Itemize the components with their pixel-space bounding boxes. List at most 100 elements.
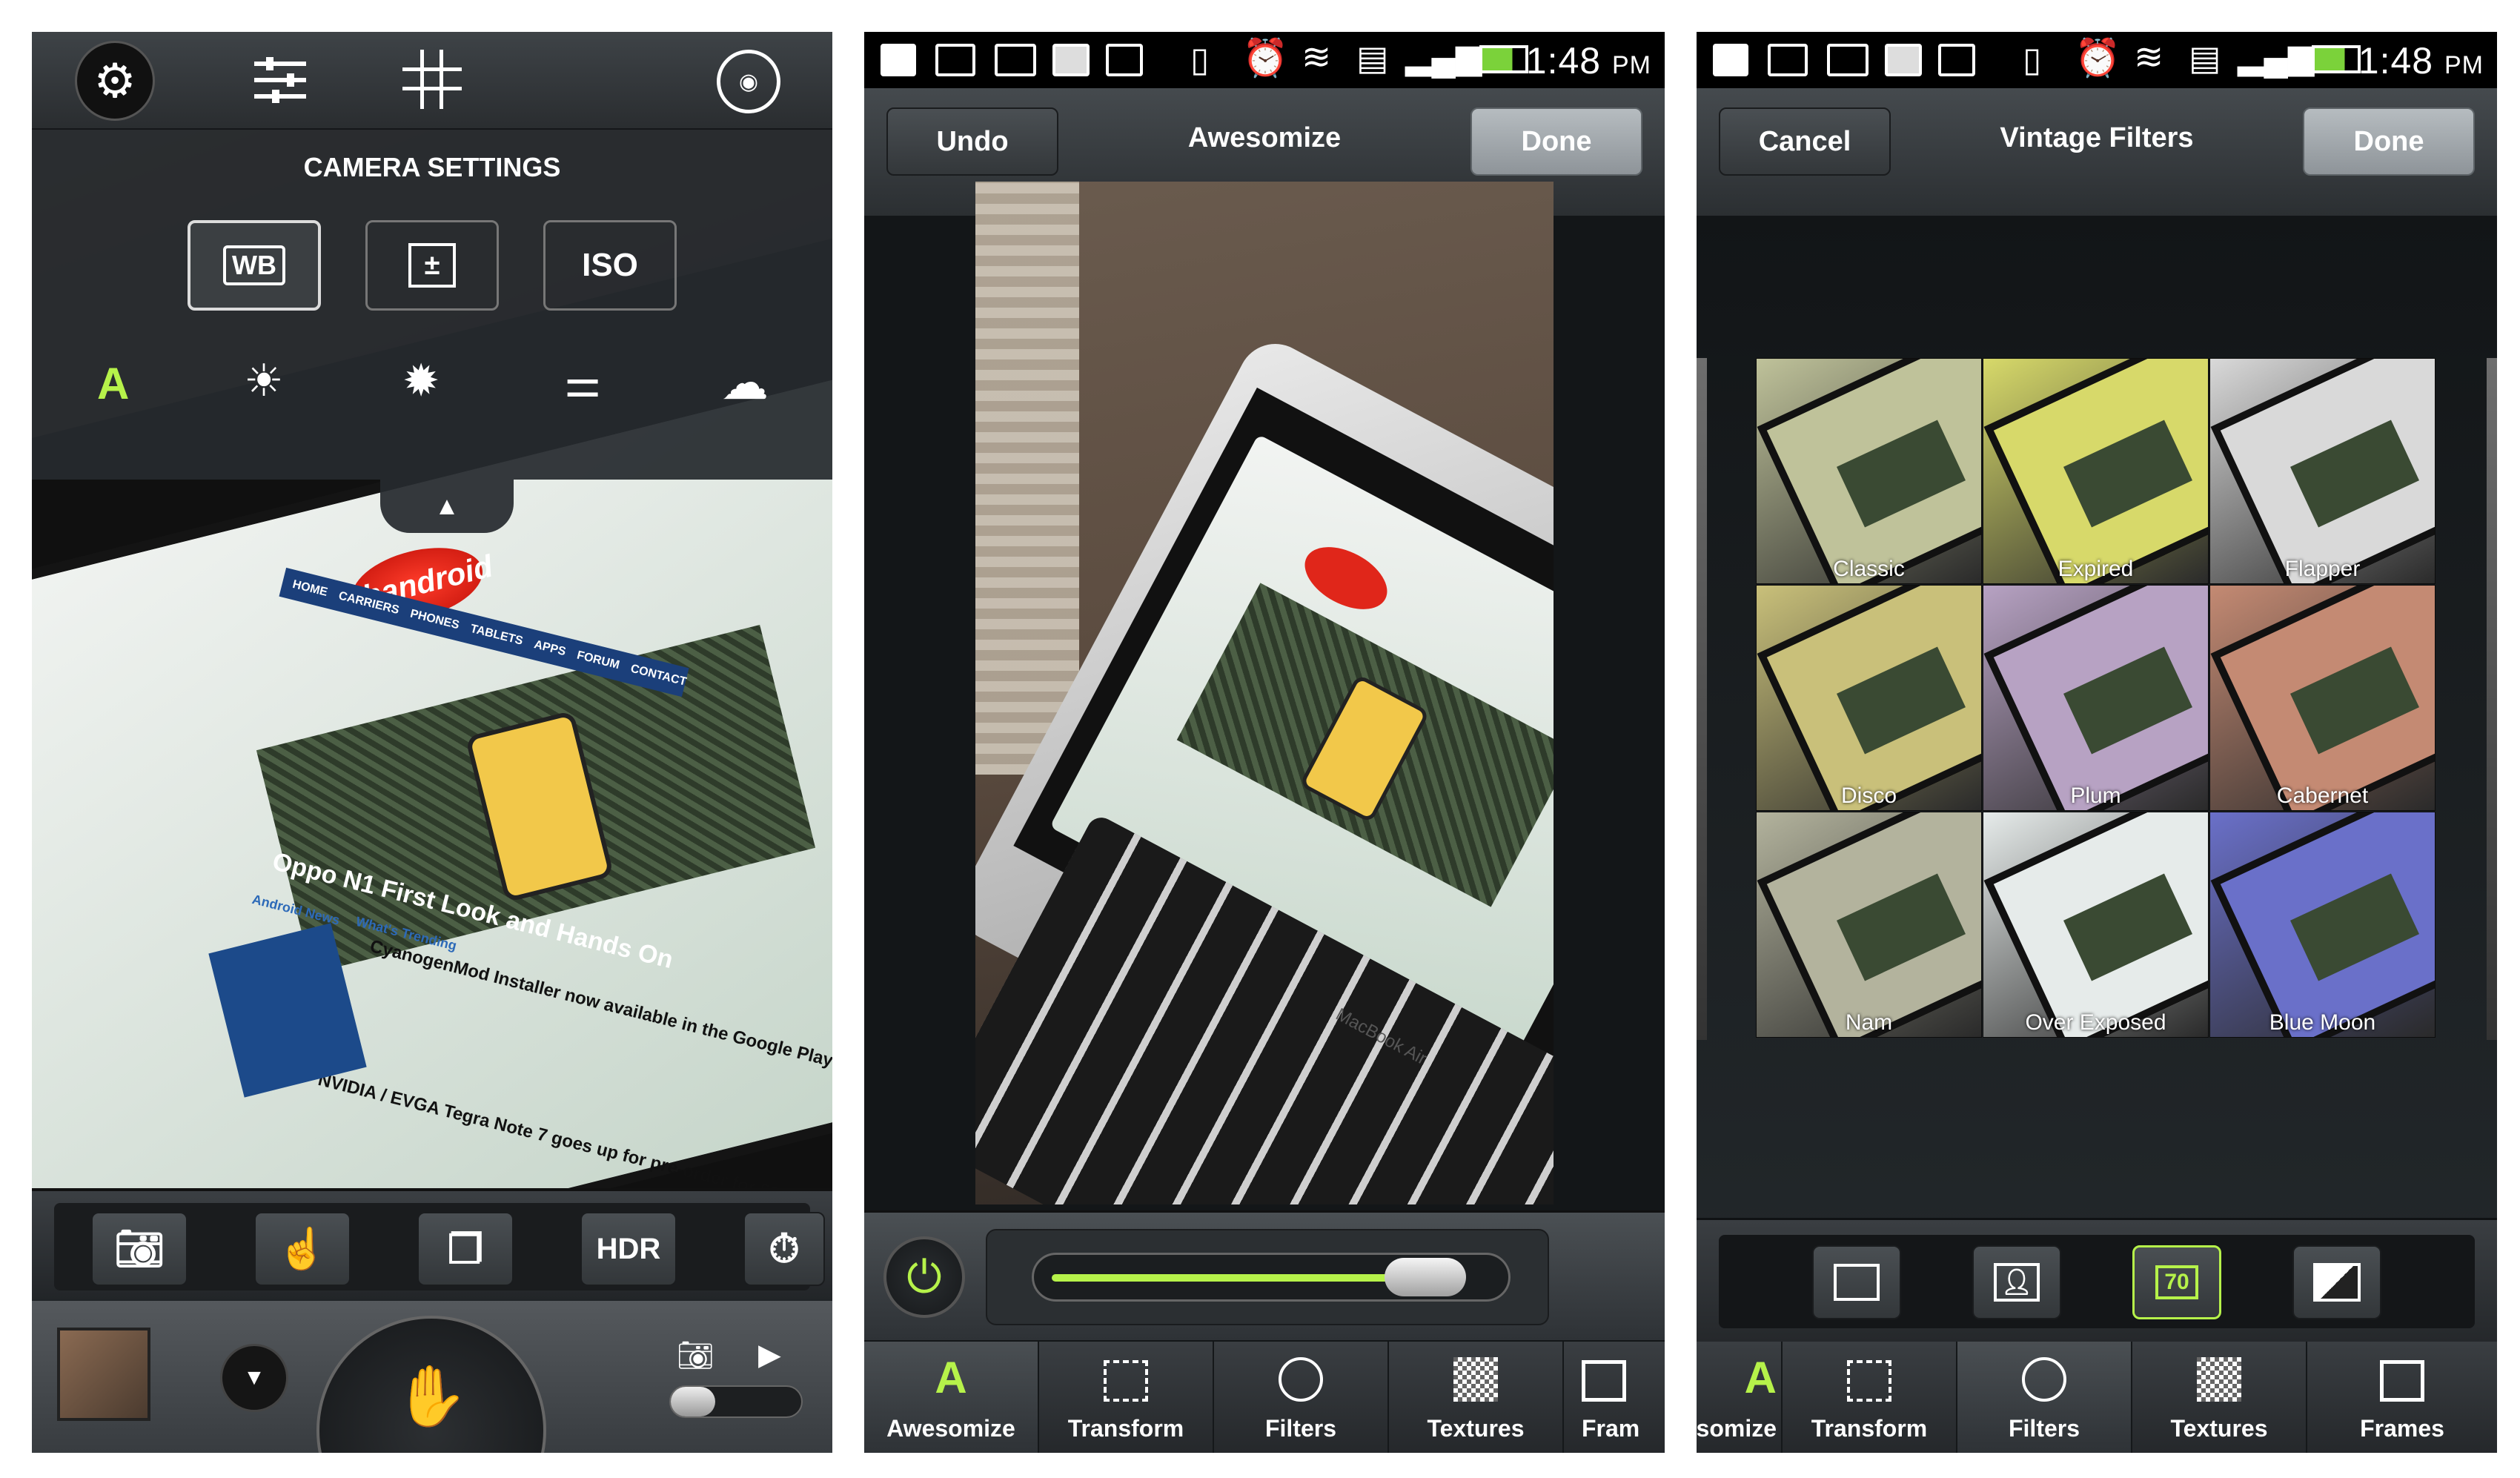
grid-icon [402, 50, 462, 109]
crop-icon [1847, 1360, 1891, 1402]
filter-grid: Classic Expired Flapper Disco Plum Caber… [1756, 358, 2438, 1040]
wb-incandescent-option[interactable]: ✹ [402, 355, 440, 407]
tab-label: Transform [1811, 1415, 1928, 1442]
awesomize-title: Awesomize [1187, 122, 1342, 153]
timer-icon: ⏱ [768, 1226, 800, 1271]
iso-button[interactable]: ISO [543, 220, 677, 311]
edit-photo[interactable]: MacBook Air [975, 182, 1554, 1204]
gmail-icon [995, 44, 1036, 76]
previous-filter-page[interactable] [1697, 358, 1707, 1040]
tab-label: Awesomize [886, 1415, 1015, 1442]
image-notification-icon [935, 44, 975, 76]
filter-tile[interactable]: Disco [1756, 585, 1982, 811]
photo-mode-button[interactable]: 📷︎ [91, 1212, 188, 1286]
tab-label: somize [1697, 1415, 1777, 1442]
slider-knob[interactable] [1384, 1258, 1466, 1296]
hdr-button[interactable]: HDR [580, 1212, 677, 1286]
filter-tile[interactable]: Blue Moon [2209, 812, 2436, 1038]
next-filter-page[interactable] [2487, 358, 2497, 1040]
signal-icon: ▂▄▆ [1405, 37, 1482, 76]
wb-auto-option[interactable]: A [97, 358, 129, 409]
site-nav-item: HOME [291, 577, 329, 600]
white-balance-button[interactable]: WB [188, 220, 321, 311]
undo-button[interactable]: Undo [886, 107, 1058, 176]
tab-filters[interactable]: Filters [1214, 1342, 1389, 1453]
vintage-filters-panel: ▯ ⏰ ≋ ▤ ▂▄▆ 1:48 PM Cancel Vintage Filte… [1697, 32, 2497, 1453]
shutter-button[interactable]: ✋ [316, 1316, 546, 1453]
site-nav-item: PHONES [408, 607, 461, 632]
tab-textures[interactable]: Textures [2132, 1342, 2307, 1453]
no-border-option[interactable] [1812, 1245, 1901, 1319]
burst-mode-button[interactable]: ❐ [417, 1212, 514, 1286]
filter-tile[interactable]: Cabernet [2209, 585, 2436, 811]
vibrate-icon: ▯ [2023, 40, 2042, 79]
filter-options-bar: 👤︎ 70 [1697, 1218, 2497, 1342]
hdr-label: HDR [596, 1232, 661, 1265]
signal-icon: ▂▄▆ [2238, 37, 2315, 76]
site-nav-item: FORUM [575, 649, 621, 672]
gradient-option[interactable] [2292, 1245, 2381, 1319]
tab-awesomize[interactable]: A somize [1697, 1342, 1783, 1453]
chevron-down-icon: ▼ [243, 1365, 265, 1390]
tab-awesomize[interactable]: A Awesomize [864, 1342, 1039, 1453]
awesomize-panel: ▯ ⏰ ≋ ▤ ▂▄▆ 1:48 PM Undo Awesomize Done … [864, 32, 1665, 1453]
timer-button[interactable]: ⏱ [743, 1212, 825, 1286]
filter-label: Plum [2070, 783, 2121, 808]
filter-tile[interactable]: Classic [1756, 358, 1982, 584]
filters-icon [2022, 1357, 2066, 1402]
filter-tile[interactable]: Over Exposed [1983, 812, 2209, 1038]
power-icon: ⏻ [906, 1252, 942, 1302]
more-options-button[interactable]: ▼ [220, 1344, 288, 1412]
google-plus-icon [1106, 44, 1143, 76]
wb-fluorescent-option[interactable]: ⚌ [564, 358, 601, 407]
fluorescent-icon: ⚌ [564, 359, 602, 405]
done-button[interactable]: Done [2303, 107, 2475, 176]
awesomize-icon: A [935, 1353, 967, 1402]
switch-camera-button[interactable]: ◉ [717, 50, 780, 113]
power-toggle-button[interactable]: ⏻ [883, 1236, 965, 1318]
site-nav-item: CARRIERS [337, 589, 401, 617]
touch-shutter-button[interactable]: ☝ [254, 1212, 351, 1286]
crop-icon [1104, 1360, 1148, 1402]
camera-settings-title: CAMERA SETTINGS [303, 152, 561, 182]
tab-textures[interactable]: Textures [1389, 1342, 1564, 1453]
burst-icon: ❐ [447, 1227, 484, 1272]
hand-tap-icon: ☝ [277, 1226, 328, 1271]
intensity-slider[interactable] [1032, 1253, 1511, 1302]
wifi-icon: ≋ [2134, 38, 2164, 77]
intensity-option[interactable]: 70 [2132, 1245, 2221, 1319]
wb-daylight-option[interactable]: ☀ [244, 355, 284, 407]
exposure-icon: ± [408, 243, 456, 288]
adjustments-button[interactable] [247, 54, 314, 106]
filter-tile[interactable]: Flapper [2209, 358, 2436, 584]
filter-label: Disco [1840, 783, 1897, 808]
filter-label: Cabernet [2276, 783, 2369, 808]
done-button[interactable]: Done [1470, 107, 1642, 176]
gallery-thumbnail[interactable] [57, 1328, 150, 1421]
filter-tile[interactable]: Nam [1756, 812, 1982, 1038]
filter-tile[interactable]: Expired [1983, 358, 2209, 584]
grid-button[interactable] [402, 50, 462, 109]
tab-label: Fram [1582, 1415, 1640, 1442]
bible-app-icon [1885, 44, 1922, 76]
wb-cloudy-option[interactable]: ☁ [721, 355, 769, 411]
tab-transform[interactable]: Transform [1783, 1342, 1957, 1453]
cancel-button[interactable]: Cancel [1719, 107, 1891, 176]
tab-frames[interactable]: Frames [2307, 1342, 2497, 1453]
status-bar: ▯ ⏰ ≋ ▤ ▂▄▆ 1:48 PM [1697, 32, 2497, 88]
video-icon: ▶ [758, 1339, 781, 1371]
settings-button[interactable]: ⚙ [75, 41, 155, 121]
status-bar: ▯ ⏰ ≋ ▤ ▂▄▆ 1:48 PM [864, 32, 1665, 88]
tab-frames[interactable]: Fram [1564, 1342, 1665, 1453]
filter-tile[interactable]: Plum [1983, 585, 2209, 811]
tab-transform[interactable]: Transform [1039, 1342, 1214, 1453]
camera-app-panel: Phandroid Oppo N1 First Look and Hands O… [32, 32, 832, 1453]
textures-icon [2197, 1357, 2241, 1402]
vignette-option[interactable]: 👤︎ [1972, 1245, 2061, 1319]
exposure-button[interactable]: ± [365, 220, 499, 311]
alarm-icon: ⏰ [2075, 37, 2121, 79]
collapse-settings-tab[interactable]: ▲ [380, 480, 514, 533]
cloud-icon: ☁ [721, 356, 769, 409]
tab-filters[interactable]: Filters [1957, 1342, 2132, 1453]
photo-video-toggle[interactable]: 📷︎ ▶ [669, 1338, 803, 1427]
